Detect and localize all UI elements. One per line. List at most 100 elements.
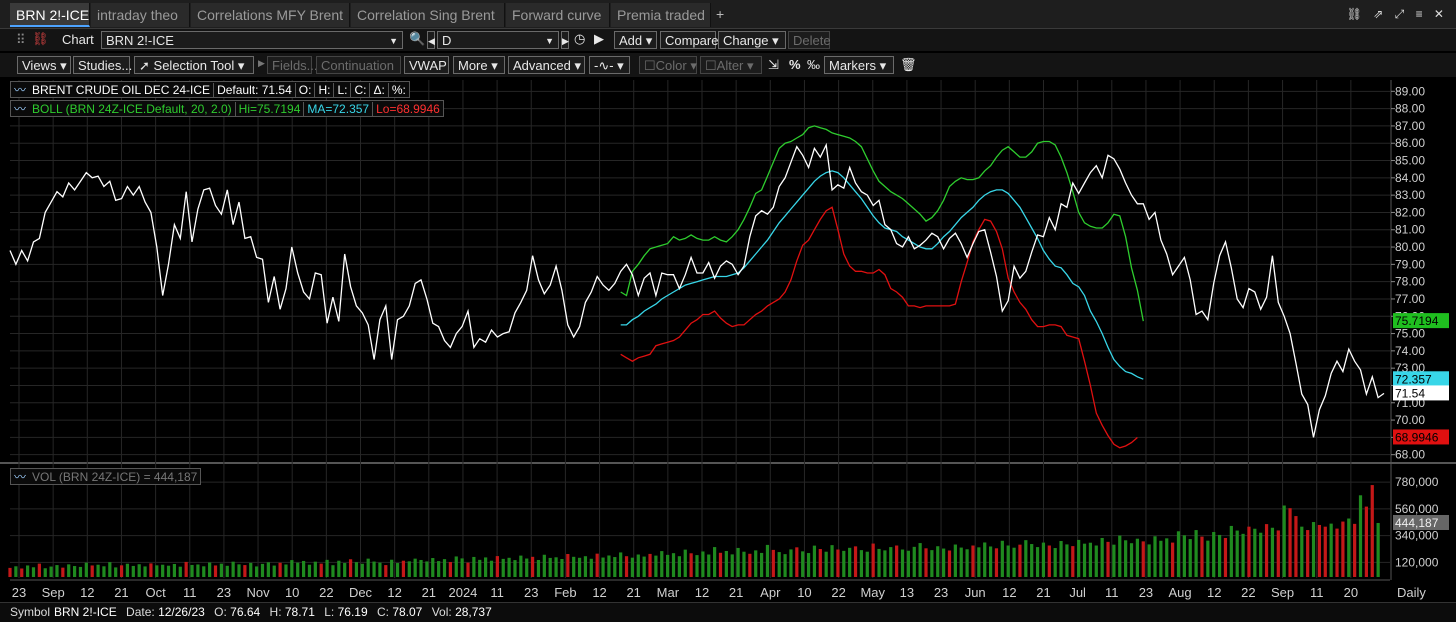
volume-legend[interactable]: 〰 VOL (BRN 24Z-ICE) = 444,187 [10,468,202,485]
volume-bar [654,555,658,577]
period-input[interactable]: D ▼ [437,31,559,49]
tab-brn[interactable]: BRN 2!-ICE [10,3,90,27]
time-axis-label: 12 [387,585,401,600]
volume-bar [114,567,118,577]
volume-bar [454,556,458,577]
continuation-button[interactable]: Continuation [316,56,401,74]
next-period-button[interactable]: ▶ [561,31,569,49]
fields-button[interactable]: Fields... [267,56,318,74]
volume-bar [683,549,687,577]
volume-bar [572,556,576,577]
series-line-icon: 〰 [14,83,27,97]
link-icon[interactable]: ⛓ [32,31,49,47]
time-axis-label: 23 [12,585,26,600]
add-button[interactable]: Add ▾ [614,31,657,49]
trash-icon[interactable]: 🗑 [900,57,917,73]
volume-bar [237,564,241,577]
price-axis-label: 88.00 [1395,102,1425,116]
default-label [218,56,255,74]
line-style-menu[interactable]: -∿- ▾ [589,56,630,74]
volume-bar [425,561,429,577]
chart-canvas[interactable]: 89.00 88.00 87.00 86.00 85.00 84.00 83.00 82.00… [0,79,1456,621]
drag-handle-icon[interactable]: ⠿ [16,32,26,48]
symbol-input[interactable]: BRN 2!-ICE ▼ [101,31,403,49]
volume-bar [912,546,916,577]
vwap-button[interactable]: VWAP [404,56,449,74]
percent-alt-icon[interactable]: ‰ [807,57,820,72]
time-axis-label: May [860,585,885,600]
volume-bar [489,560,494,577]
volume-bar [72,566,77,577]
volume-bar [61,567,65,577]
volume-bar [1041,542,1046,577]
window-controls-icon[interactable]: ⛓ ⇗ ⤢ ≡ ✕ [1347,7,1448,22]
volume-bar [853,546,858,577]
play-icon[interactable]: ▶ [594,31,604,47]
volume-bar [1047,545,1051,577]
compare-button[interactable]: Compare [660,31,718,49]
volume-axis-label: 120,000 [1395,555,1439,569]
delta-label: Δ: [369,83,388,97]
volume-bar [548,557,552,577]
time-axis-label: 2024 [448,585,477,600]
time-axis-label: 11 [183,585,197,600]
clock-icon[interactable]: ◷ [574,31,585,47]
tab-correlation-sing-brent[interactable]: Correlation Sing Brent [351,3,505,27]
time-axis-label: Nov [246,585,270,600]
status-open: 76.64 [230,605,261,619]
boll-legend[interactable]: 〰 BOLL (BRN 24Z-ICE.Default, 20, 2.0) Hi=7… [10,100,444,117]
volume-bar [1106,541,1110,577]
price-axis-label: 84.00 [1395,171,1425,185]
volume-bar [1171,542,1175,577]
prev-period-button[interactable]: ◀ [427,31,435,49]
tab-premia-traded[interactable]: Premia traded [611,3,711,27]
time-axis-label: 10 [285,585,299,600]
chart-window: BRN 2!-ICE intraday theo Correlations MF… [0,0,1456,622]
price-tag-label: 68.9946 [1395,430,1439,444]
volume-bar [1082,543,1087,577]
status-close: 78.07 [392,605,423,619]
search-icon[interactable]: 🔍 [409,31,425,47]
alter-menu[interactable]: ☐Alter ▾ [700,56,762,74]
status-date-label: Date: [126,605,155,619]
tab-bar: BRN 2!-ICE intraday theo Correlations MF… [0,0,1456,29]
volume-bar [1141,541,1145,577]
volume-bar [1112,544,1116,577]
chart-label: Chart [62,32,94,47]
more-menu[interactable]: More ▾ [453,56,505,74]
tab-correlations-mfy-brent[interactable]: Correlations MFY Brent [191,3,350,27]
volume-bar [742,551,746,577]
volume-bar [255,566,259,577]
color-menu[interactable]: ☐Color ▾ [639,56,697,74]
delete-button[interactable]: Delete [788,31,831,49]
tab-intraday-theo[interactable]: intraday theo [91,3,190,27]
add-tab-icon[interactable]: + [716,6,724,22]
volume-bar [607,555,611,577]
volume-bar [14,566,18,577]
volume-bar [1353,523,1357,577]
time-axis-label: 23 [524,585,538,600]
price-legend[interactable]: 〰 BRENT CRUDE OIL DEC 24-ICE Default: 71.5… [10,81,410,98]
percent-icon[interactable]: % [789,57,801,72]
markers-menu[interactable]: Markers ▾ [824,56,894,74]
volume-bar [155,565,159,577]
views-menu[interactable]: Views ▾ [17,56,71,74]
volume-bar [895,545,899,577]
volume-bar [1264,524,1269,577]
volume-bar [707,554,711,577]
scale-icon[interactable]: ⇲ [768,57,779,73]
time-axis-label: 13 [900,585,914,600]
boll-ma-value: MA=72.357 [303,102,373,116]
volume-bar [983,542,987,577]
volume-bar [1317,524,1322,577]
advanced-menu[interactable]: Advanced ▾ [508,56,585,74]
change-button[interactable]: Change ▾ [718,31,786,49]
time-axis-label: 21 [1036,585,1050,600]
volume-bar [125,563,130,577]
tab-forward-curve[interactable]: Forward curve [506,3,610,27]
chart-area[interactable]: 89.00 88.00 87.00 86.00 85.00 84.00 83.00 82.00… [0,79,1456,621]
volume-bar [90,565,94,577]
studies-button[interactable]: Studies... [73,56,132,74]
time-axis-label: 23 [1139,585,1153,600]
time-axis-label: Aug [1169,585,1192,600]
